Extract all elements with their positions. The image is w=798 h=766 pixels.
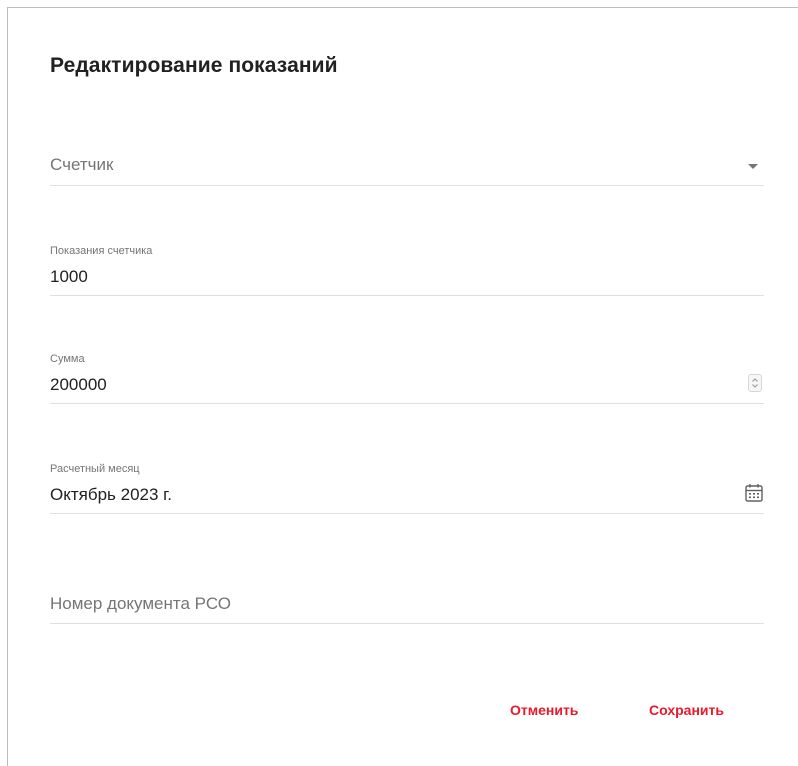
chevron-down-icon[interactable]	[748, 164, 758, 169]
cancel-button[interactable]: Отменить	[510, 702, 578, 718]
billing-month-field[interactable]: Расчетный месяц Октябрь 2023 г.	[50, 454, 764, 514]
counter-select[interactable]: Счетчик	[50, 138, 764, 186]
document-number-placeholder: Номер документа РСО	[50, 594, 231, 613]
calendar-icon[interactable]	[745, 483, 763, 502]
edit-readings-dialog: Редактирование показаний Счетчик Показан…	[7, 7, 798, 766]
dialog-title: Редактирование показаний	[50, 54, 338, 77]
sum-field[interactable]: Сумма 200000	[50, 344, 764, 404]
sum-value[interactable]: 200000	[50, 375, 107, 395]
spinner-icon[interactable]	[748, 374, 762, 392]
meter-reading-label: Показания счетчика	[50, 245, 153, 257]
document-number-field[interactable]: Номер документа РСО	[50, 576, 764, 624]
billing-month-label: Расчетный месяц	[50, 463, 140, 475]
meter-reading-value[interactable]: 1000	[50, 267, 88, 287]
save-button[interactable]: Сохранить	[649, 702, 724, 718]
meter-reading-field[interactable]: Показания счетчика 1000	[50, 236, 764, 296]
sum-label: Сумма	[50, 353, 85, 365]
counter-placeholder: Счетчик	[50, 155, 114, 174]
billing-month-value[interactable]: Октябрь 2023 г.	[50, 485, 172, 505]
